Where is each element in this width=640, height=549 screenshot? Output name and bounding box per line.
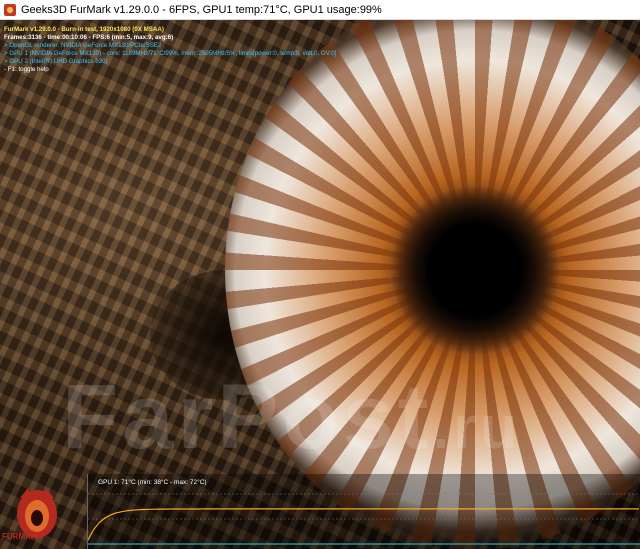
- render-viewport[interactable]: FarPost.ru FurMark v1.29.0.0 - Burn-in t…: [0, 20, 640, 549]
- title-bar: Geeks3D FurMark v1.29.0.0 - 6FPS, GPU1 t…: [0, 0, 640, 20]
- window-title: Geeks3D FurMark v1.29.0.0 - 6FPS, GPU1 t…: [21, 3, 382, 16]
- furmark-logo-text: FURMARK: [2, 532, 43, 541]
- temperature-graph: GPU 1: 71°C (min: 38°C - max: 72°C): [87, 474, 640, 549]
- hud-gpu2-line: > GPU 2 (Intel(R) UHD Graphics 620): [4, 58, 108, 65]
- hud-version-line: FurMark v1.29.0.0 - Burn-in test, 1920x1…: [4, 26, 164, 33]
- watermark-text: FarPost: [62, 366, 433, 468]
- farpost-watermark: FarPost.ru: [62, 365, 521, 470]
- furmark-app-icon[interactable]: [4, 3, 16, 16]
- temperature-series-line: [88, 508, 639, 541]
- hud-renderer-line: > OpenGL renderer: NVIDIA GeForce MX130/…: [4, 42, 162, 49]
- hud-help-line: - F1: toggle help: [4, 66, 49, 73]
- watermark-suffix: .ru: [432, 394, 522, 461]
- hud-gpu1-line: > GPU 1 (NVIDIA GeForce MX130) - core: 1…: [4, 50, 337, 57]
- graph-temperature-label: GPU 1: 71°C (min: 38°C - max: 72°C): [98, 479, 207, 486]
- hud-overlay: FurMark v1.29.0.0 - Burn-in test, 1920x1…: [4, 26, 336, 74]
- hud-frames-line: Frames:3136 - time:00:10:06 - FPS:6 (min…: [4, 34, 174, 41]
